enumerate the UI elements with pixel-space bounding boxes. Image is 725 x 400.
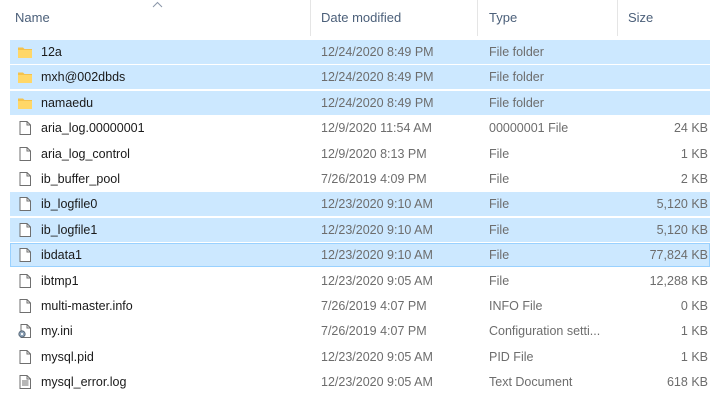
- file-size: 77,824 KB: [649, 248, 708, 263]
- sort-ascending-icon: [152, 1, 163, 8]
- column-header-type-label: Type: [489, 10, 518, 25]
- file-size: [611, 92, 708, 114]
- file-date-modified: 7/26/2019 4:09 PM: [321, 172, 427, 186]
- file-icon: [17, 171, 33, 187]
- file-size: 5,120 KB: [656, 222, 708, 237]
- file-name: mysql.pid: [41, 349, 94, 364]
- file-size: [611, 66, 708, 88]
- column-header-name-label: Name: [15, 10, 50, 25]
- file-row[interactable]: aria_log_control 12/9/2020 8:13 PM File 1 K…: [10, 142, 710, 166]
- file-row[interactable]: ib_buffer_pool 7/26/2019 4:09 PM File 2 KB: [10, 167, 710, 191]
- column-header-type[interactable]: Type: [477, 0, 617, 36]
- file-name: 12a: [41, 45, 62, 59]
- file-name: ibtmp1: [41, 273, 79, 288]
- file-row[interactable]: multi-master.info 7/26/2019 4:07 PM INFO F…: [10, 294, 710, 318]
- file-icon: [17, 273, 33, 289]
- folder-icon: [17, 95, 33, 111]
- file-row[interactable]: ibtmp1 12/23/2020 9:05 AM File 12,288 KB: [10, 269, 710, 293]
- file-date-modified: 12/23/2020 9:05 AM: [321, 349, 433, 364]
- file-icon: [17, 247, 33, 263]
- file-row[interactable]: ib_logfile1 12/23/2020 9:10 AM File 5,120 K…: [10, 217, 710, 242]
- file-date-modified: 12/23/2020 9:05 AM: [321, 273, 433, 288]
- file-date-modified: 12/23/2020 9:05 AM: [321, 375, 433, 390]
- file-type: INFO File: [489, 299, 543, 313]
- file-type: 00000001 File: [489, 121, 569, 136]
- file-row[interactable]: mysql.pid 12/23/2020 9:05 AM PID File 1 KB: [10, 345, 710, 369]
- file-name: ib_logfile0: [41, 197, 98, 212]
- file-type: File: [489, 273, 510, 288]
- folder-icon: [17, 69, 33, 85]
- file-type: File: [489, 248, 510, 263]
- file-type: File folder: [489, 95, 544, 110]
- column-header-date-label: Date modified: [321, 10, 402, 25]
- column-header-size-label: Size: [628, 10, 654, 25]
- column-header-date-modified[interactable]: Date modified: [310, 0, 477, 36]
- file-icon: [17, 196, 33, 212]
- file-type: Configuration setti...: [489, 324, 601, 339]
- text-document-icon: [17, 374, 33, 390]
- column-header-bar: Name Date modified Type Size: [0, 0, 725, 36]
- file-type: File: [489, 197, 510, 212]
- column-header-size[interactable]: Size: [617, 0, 725, 36]
- file-name: mysql_error.log: [41, 375, 127, 390]
- file-type: File: [489, 172, 510, 186]
- file-row[interactable]: ibdata1 12/23/2020 9:10 AM File 77,824 KB: [10, 243, 710, 268]
- file-name: multi-master.info: [41, 299, 133, 313]
- config-file-icon: [17, 323, 33, 339]
- file-date-modified: 7/26/2019 4:07 PM: [321, 299, 427, 313]
- file-size: 24 KB: [673, 121, 708, 136]
- file-size: 618 KB: [666, 375, 708, 390]
- file-row[interactable]: 12a 12/24/2020 8:49 PM File folder: [10, 40, 710, 64]
- file-size: 0 KB: [680, 299, 708, 313]
- file-row[interactable]: aria_log.00000001 12/9/2020 11:54 AM 00000…: [10, 116, 710, 140]
- file-type: File folder: [489, 45, 544, 59]
- file-date-modified: 12/23/2020 9:10 AM: [321, 248, 433, 263]
- file-date-modified: 12/23/2020 9:10 AM: [321, 222, 433, 237]
- file-name: ibdata1: [41, 248, 83, 263]
- file-name: namaedu: [41, 95, 94, 110]
- file-size: 5,120 KB: [656, 197, 708, 212]
- file-icon: [17, 146, 33, 162]
- file-size: 12,288 KB: [649, 273, 708, 288]
- file-date-modified: 12/23/2020 9:10 AM: [321, 197, 433, 212]
- file-type: File: [489, 146, 510, 161]
- file-date-modified: 12/24/2020 8:49 PM: [321, 95, 434, 110]
- file-type: File: [489, 222, 510, 237]
- file-icon: [17, 349, 33, 365]
- file-icon: [17, 222, 33, 238]
- file-type: File folder: [489, 70, 544, 85]
- file-row[interactable]: namaedu 12/24/2020 8:49 PM File folder: [10, 90, 710, 115]
- file-size: 1 KB: [680, 324, 708, 339]
- file-name: ib_logfile1: [41, 222, 98, 237]
- file-name: my.ini: [41, 324, 73, 339]
- file-icon: [17, 298, 33, 314]
- file-row[interactable]: mxh@002dbds 12/24/2020 8:49 PM File folder: [10, 65, 710, 90]
- file-name: ib_buffer_pool: [41, 172, 121, 186]
- file-size: 2 KB: [680, 172, 708, 186]
- file-icon: [17, 120, 33, 136]
- column-header-name[interactable]: Name: [0, 0, 310, 36]
- file-type: Text Document: [489, 375, 573, 390]
- file-row[interactable]: my.ini 7/26/2019 4:07 PM Configuration set…: [10, 319, 710, 343]
- file-type: PID File: [489, 349, 534, 364]
- file-date-modified: 12/24/2020 8:49 PM: [321, 45, 434, 59]
- file-name: aria_log_control: [41, 146, 130, 161]
- file-name: aria_log.00000001: [41, 121, 145, 136]
- file-date-modified: 12/9/2020 11:54 AM: [321, 121, 432, 136]
- file-size: [611, 41, 708, 63]
- file-date-modified: 7/26/2019 4:07 PM: [321, 324, 427, 339]
- file-row[interactable]: mysql_error.log 12/23/2020 9:05 AM Text Do…: [10, 370, 710, 394]
- file-date-modified: 12/9/2020 8:13 PM: [321, 146, 427, 161]
- file-name: mxh@002dbds: [41, 70, 126, 85]
- file-date-modified: 12/24/2020 8:49 PM: [321, 70, 434, 85]
- folder-icon: [17, 44, 33, 60]
- file-row[interactable]: ib_logfile0 12/23/2020 9:10 AM File 5,120 K…: [10, 192, 710, 217]
- file-size: 1 KB: [680, 146, 708, 161]
- file-size: 1 KB: [680, 349, 708, 364]
